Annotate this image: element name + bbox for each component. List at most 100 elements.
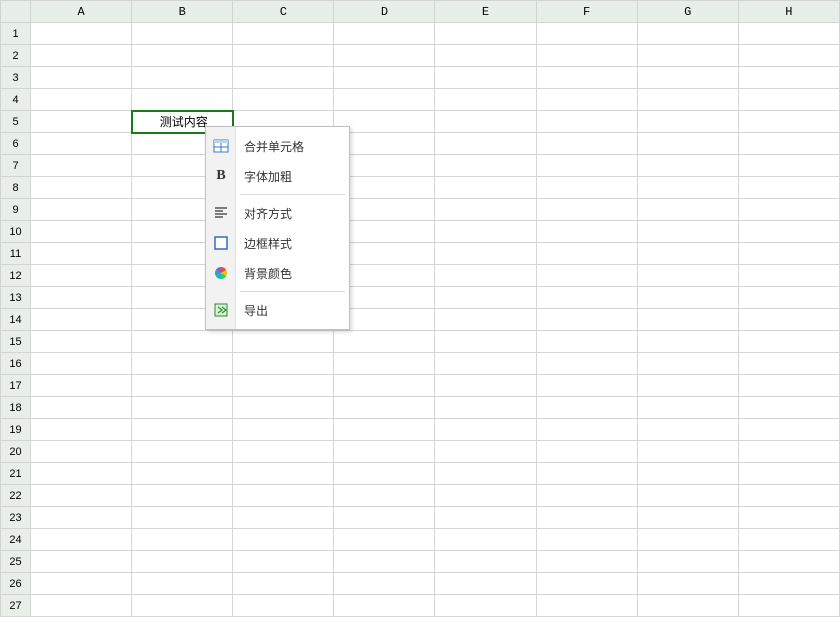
row-header-18[interactable]: 18 xyxy=(1,397,31,419)
cell-H14[interactable] xyxy=(738,309,839,331)
cell-B26[interactable] xyxy=(132,573,233,595)
cell-C27[interactable] xyxy=(233,595,334,617)
cell-H24[interactable] xyxy=(738,529,839,551)
cell-E7[interactable] xyxy=(435,155,536,177)
row-header-25[interactable]: 25 xyxy=(1,551,31,573)
cell-F20[interactable] xyxy=(536,441,637,463)
col-header-B[interactable]: B xyxy=(132,1,233,23)
cell-E25[interactable] xyxy=(435,551,536,573)
cell-B18[interactable] xyxy=(132,397,233,419)
cell-C23[interactable] xyxy=(233,507,334,529)
cell-G25[interactable] xyxy=(637,551,738,573)
row-header-6[interactable]: 6 xyxy=(1,133,31,155)
cell-G26[interactable] xyxy=(637,573,738,595)
cell-G23[interactable] xyxy=(637,507,738,529)
cell-H25[interactable] xyxy=(738,551,839,573)
menu-item-bgcolor[interactable]: 背景颜色 xyxy=(206,258,349,288)
cell-F16[interactable] xyxy=(536,353,637,375)
row-header-21[interactable]: 21 xyxy=(1,463,31,485)
cell-E16[interactable] xyxy=(435,353,536,375)
cell-B25[interactable] xyxy=(132,551,233,573)
cell-E19[interactable] xyxy=(435,419,536,441)
col-header-A[interactable]: A xyxy=(31,1,132,23)
cell-A7[interactable] xyxy=(31,155,132,177)
row-header-12[interactable]: 12 xyxy=(1,265,31,287)
cell-E14[interactable] xyxy=(435,309,536,331)
cell-A14[interactable] xyxy=(31,309,132,331)
cell-A15[interactable] xyxy=(31,331,132,353)
cell-A12[interactable] xyxy=(31,265,132,287)
cell-D24[interactable] xyxy=(334,529,435,551)
cell-G9[interactable] xyxy=(637,199,738,221)
row-header-22[interactable]: 22 xyxy=(1,485,31,507)
cell-A17[interactable] xyxy=(31,375,132,397)
cell-H21[interactable] xyxy=(738,463,839,485)
cell-C15[interactable] xyxy=(233,331,334,353)
cell-B15[interactable] xyxy=(132,331,233,353)
row-header-26[interactable]: 26 xyxy=(1,573,31,595)
cell-A13[interactable] xyxy=(31,287,132,309)
cell-G11[interactable] xyxy=(637,243,738,265)
cell-B1[interactable] xyxy=(132,23,233,45)
cell-A5[interactable] xyxy=(31,111,132,133)
row-header-5[interactable]: 5 xyxy=(1,111,31,133)
cell-C22[interactable] xyxy=(233,485,334,507)
cell-H26[interactable] xyxy=(738,573,839,595)
cell-H19[interactable] xyxy=(738,419,839,441)
row-header-2[interactable]: 2 xyxy=(1,45,31,67)
cell-E21[interactable] xyxy=(435,463,536,485)
cell-F3[interactable] xyxy=(536,67,637,89)
cell-D21[interactable] xyxy=(334,463,435,485)
cell-F15[interactable] xyxy=(536,331,637,353)
cell-H17[interactable] xyxy=(738,375,839,397)
cell-H11[interactable] xyxy=(738,243,839,265)
cell-D4[interactable] xyxy=(334,89,435,111)
cell-F7[interactable] xyxy=(536,155,637,177)
cell-F14[interactable] xyxy=(536,309,637,331)
cell-H12[interactable] xyxy=(738,265,839,287)
cell-F10[interactable] xyxy=(536,221,637,243)
cell-B27[interactable] xyxy=(132,595,233,617)
cell-D18[interactable] xyxy=(334,397,435,419)
cell-H16[interactable] xyxy=(738,353,839,375)
cell-G8[interactable] xyxy=(637,177,738,199)
cell-E26[interactable] xyxy=(435,573,536,595)
cell-G6[interactable] xyxy=(637,133,738,155)
menu-item-align[interactable]: 对齐方式 xyxy=(206,198,349,228)
cell-G18[interactable] xyxy=(637,397,738,419)
cell-C20[interactable] xyxy=(233,441,334,463)
cell-D19[interactable] xyxy=(334,419,435,441)
cell-A9[interactable] xyxy=(31,199,132,221)
cell-E9[interactable] xyxy=(435,199,536,221)
cell-F27[interactable] xyxy=(536,595,637,617)
row-header-14[interactable]: 14 xyxy=(1,309,31,331)
cell-C21[interactable] xyxy=(233,463,334,485)
col-header-C[interactable]: C xyxy=(233,1,334,23)
menu-item-export[interactable]: 导出 xyxy=(206,295,349,325)
cell-H10[interactable] xyxy=(738,221,839,243)
cell-E24[interactable] xyxy=(435,529,536,551)
cell-H18[interactable] xyxy=(738,397,839,419)
row-header-27[interactable]: 27 xyxy=(1,595,31,617)
menu-item-bold[interactable]: B字体加粗 xyxy=(206,161,349,191)
cell-H5[interactable] xyxy=(738,111,839,133)
cell-F25[interactable] xyxy=(536,551,637,573)
cell-H8[interactable] xyxy=(738,177,839,199)
cell-G5[interactable] xyxy=(637,111,738,133)
cell-F17[interactable] xyxy=(536,375,637,397)
cell-C1[interactable] xyxy=(233,23,334,45)
cell-D17[interactable] xyxy=(334,375,435,397)
corner-cell[interactable] xyxy=(1,1,31,23)
cell-G22[interactable] xyxy=(637,485,738,507)
col-header-G[interactable]: G xyxy=(637,1,738,23)
cell-E27[interactable] xyxy=(435,595,536,617)
cell-F26[interactable] xyxy=(536,573,637,595)
cell-G24[interactable] xyxy=(637,529,738,551)
row-header-17[interactable]: 17 xyxy=(1,375,31,397)
cell-C16[interactable] xyxy=(233,353,334,375)
col-header-H[interactable]: H xyxy=(738,1,839,23)
col-header-F[interactable]: F xyxy=(536,1,637,23)
cell-E13[interactable] xyxy=(435,287,536,309)
cell-A2[interactable] xyxy=(31,45,132,67)
cell-E11[interactable] xyxy=(435,243,536,265)
